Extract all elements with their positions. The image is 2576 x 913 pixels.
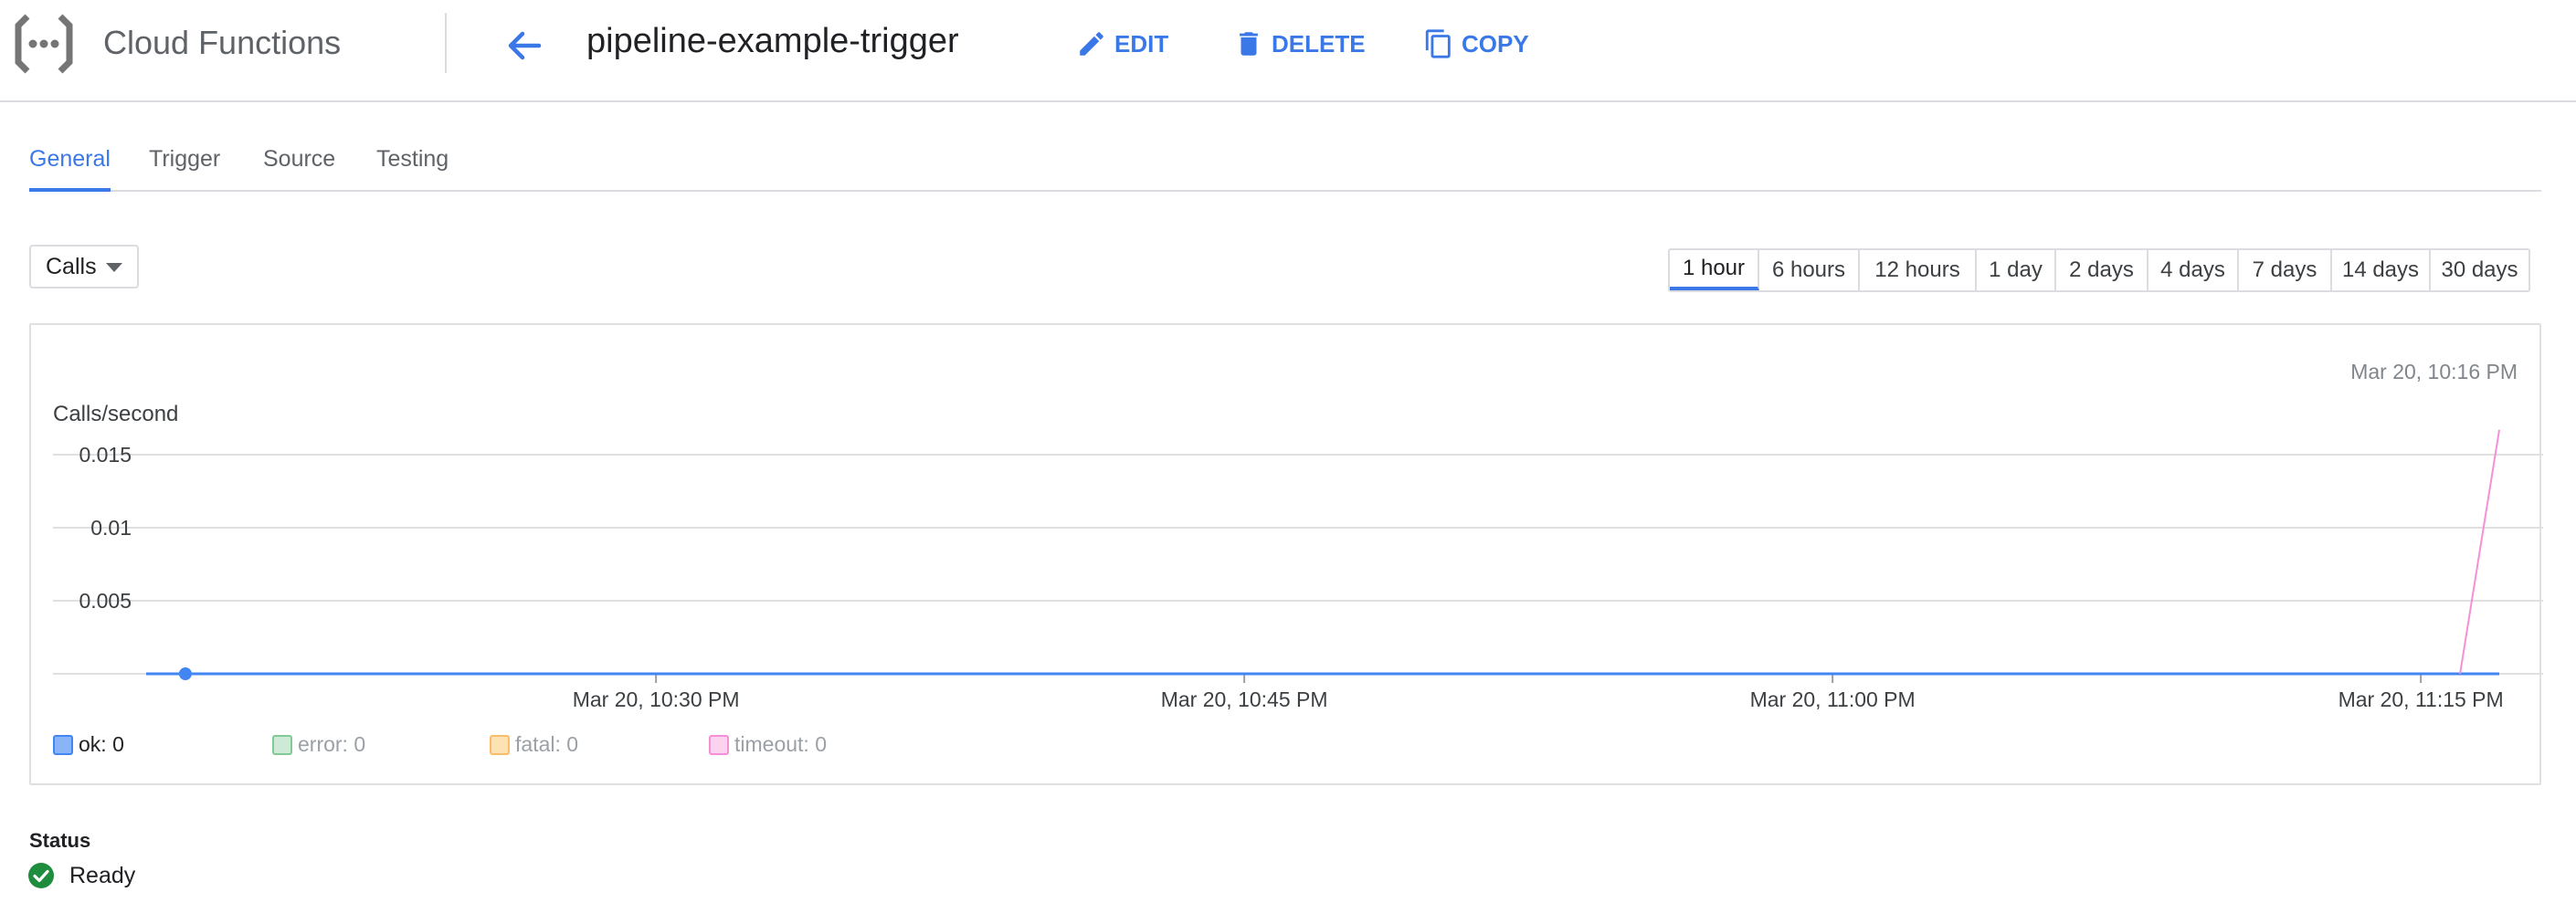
tab-source[interactable]: Source [263, 146, 335, 192]
range-4-days[interactable]: 4 days [2148, 250, 2239, 290]
range-6-hours[interactable]: 6 hours [1759, 250, 1860, 290]
tab-testing[interactable]: Testing [376, 146, 449, 192]
legend-ok-swatch [53, 734, 73, 755]
legend-timeout-label: timeout: 0 [734, 732, 827, 756]
legend-item-timeout[interactable]: timeout: 0 [709, 732, 827, 757]
range-1-day[interactable]: 1 day [1977, 250, 2056, 290]
range-14-days[interactable]: 14 days [2332, 250, 2431, 290]
range-7-days[interactable]: 7 days [2239, 250, 2332, 290]
legend-fatal-label: fatal: 0 [515, 732, 579, 756]
legend-item-ok[interactable]: ok: 0 [53, 732, 124, 757]
legend-item-fatal[interactable]: fatal: 0 [490, 732, 578, 757]
copy-icon [1425, 29, 1451, 58]
range-30-days[interactable]: 30 days [2431, 250, 2528, 290]
legend-ok-label: ok: 0 [79, 732, 124, 756]
function-name-title: pipeline-example-trigger [586, 22, 959, 60]
copy-button-label: COPY [1462, 29, 1529, 58]
status-row: Ready [27, 862, 135, 889]
app-title: Cloud Functions [103, 24, 342, 61]
edit-button-label: EDIT [1114, 29, 1169, 58]
calls-chart-card: 0.015 0.01 0.005 Mar 20, 10:30 PM Mar 20, 10… [29, 323, 2543, 785]
legend-item-error[interactable]: error: 0 [272, 732, 365, 757]
x-tick-label: Mar 20, 11:15 PM [2338, 687, 2504, 711]
calls-chart: 0.015 0.01 0.005 Mar 20, 10:30 PM Mar 20, 10… [53, 429, 2543, 711]
range-2-days[interactable]: 2 days [2056, 250, 2148, 290]
y-tick-label: 0.015 [79, 443, 132, 467]
x-tick-label: Mar 20, 10:45 PM [1161, 687, 1328, 711]
header-divider [445, 13, 447, 73]
status-value: Ready [69, 862, 136, 888]
legend-error-swatch [272, 734, 292, 755]
delete-button-label: DELETE [1272, 29, 1366, 58]
range-1-hour[interactable]: 1 hour [1670, 250, 1759, 290]
trash-icon [1240, 32, 1258, 56]
time-range-selector: 1 hour 6 hours 12 hours 1 day 2 days 4 d… [1668, 248, 2530, 292]
back-arrow-icon[interactable] [501, 24, 548, 68]
tab-general[interactable]: General [29, 146, 111, 192]
series-marker-ok [178, 667, 192, 680]
edit-button[interactable]: EDIT [1076, 26, 1168, 62]
x-tick-label: Mar 20, 10:30 PM [573, 687, 740, 711]
legend-fatal-swatch [490, 734, 510, 755]
copy-button[interactable]: COPY [1423, 26, 1529, 62]
tab-bar: General Trigger Source Testing [29, 146, 2541, 192]
delete-button[interactable]: DELETE [1233, 26, 1366, 62]
x-tick-label: Mar 20, 11:00 PM [1750, 687, 1916, 711]
dropdown-caret-icon [106, 263, 122, 272]
tab-trigger[interactable]: Trigger [149, 146, 220, 192]
y-tick-label: 0.005 [79, 589, 132, 613]
range-12-hours[interactable]: 12 hours [1860, 250, 1977, 290]
status-label: Status [29, 829, 91, 852]
pencil-icon [1080, 32, 1103, 56]
chart-timestamp: Mar 20, 10:16 PM [2350, 360, 2518, 383]
metric-select-value: Calls [46, 253, 97, 279]
chart-y-axis-title: Calls/second [53, 402, 179, 426]
legend-error-label: error: 0 [298, 732, 366, 756]
y-tick-label: 0.01 [90, 516, 132, 540]
legend-timeout-swatch [709, 734, 729, 755]
check-circle-icon [28, 863, 54, 888]
app-header: Cloud Functions pipeline-example-trigger… [0, 0, 2576, 102]
metric-select[interactable]: Calls [29, 245, 139, 289]
cloud-functions-logo-icon [15, 14, 73, 74]
series-line-timeout [2459, 429, 2500, 675]
